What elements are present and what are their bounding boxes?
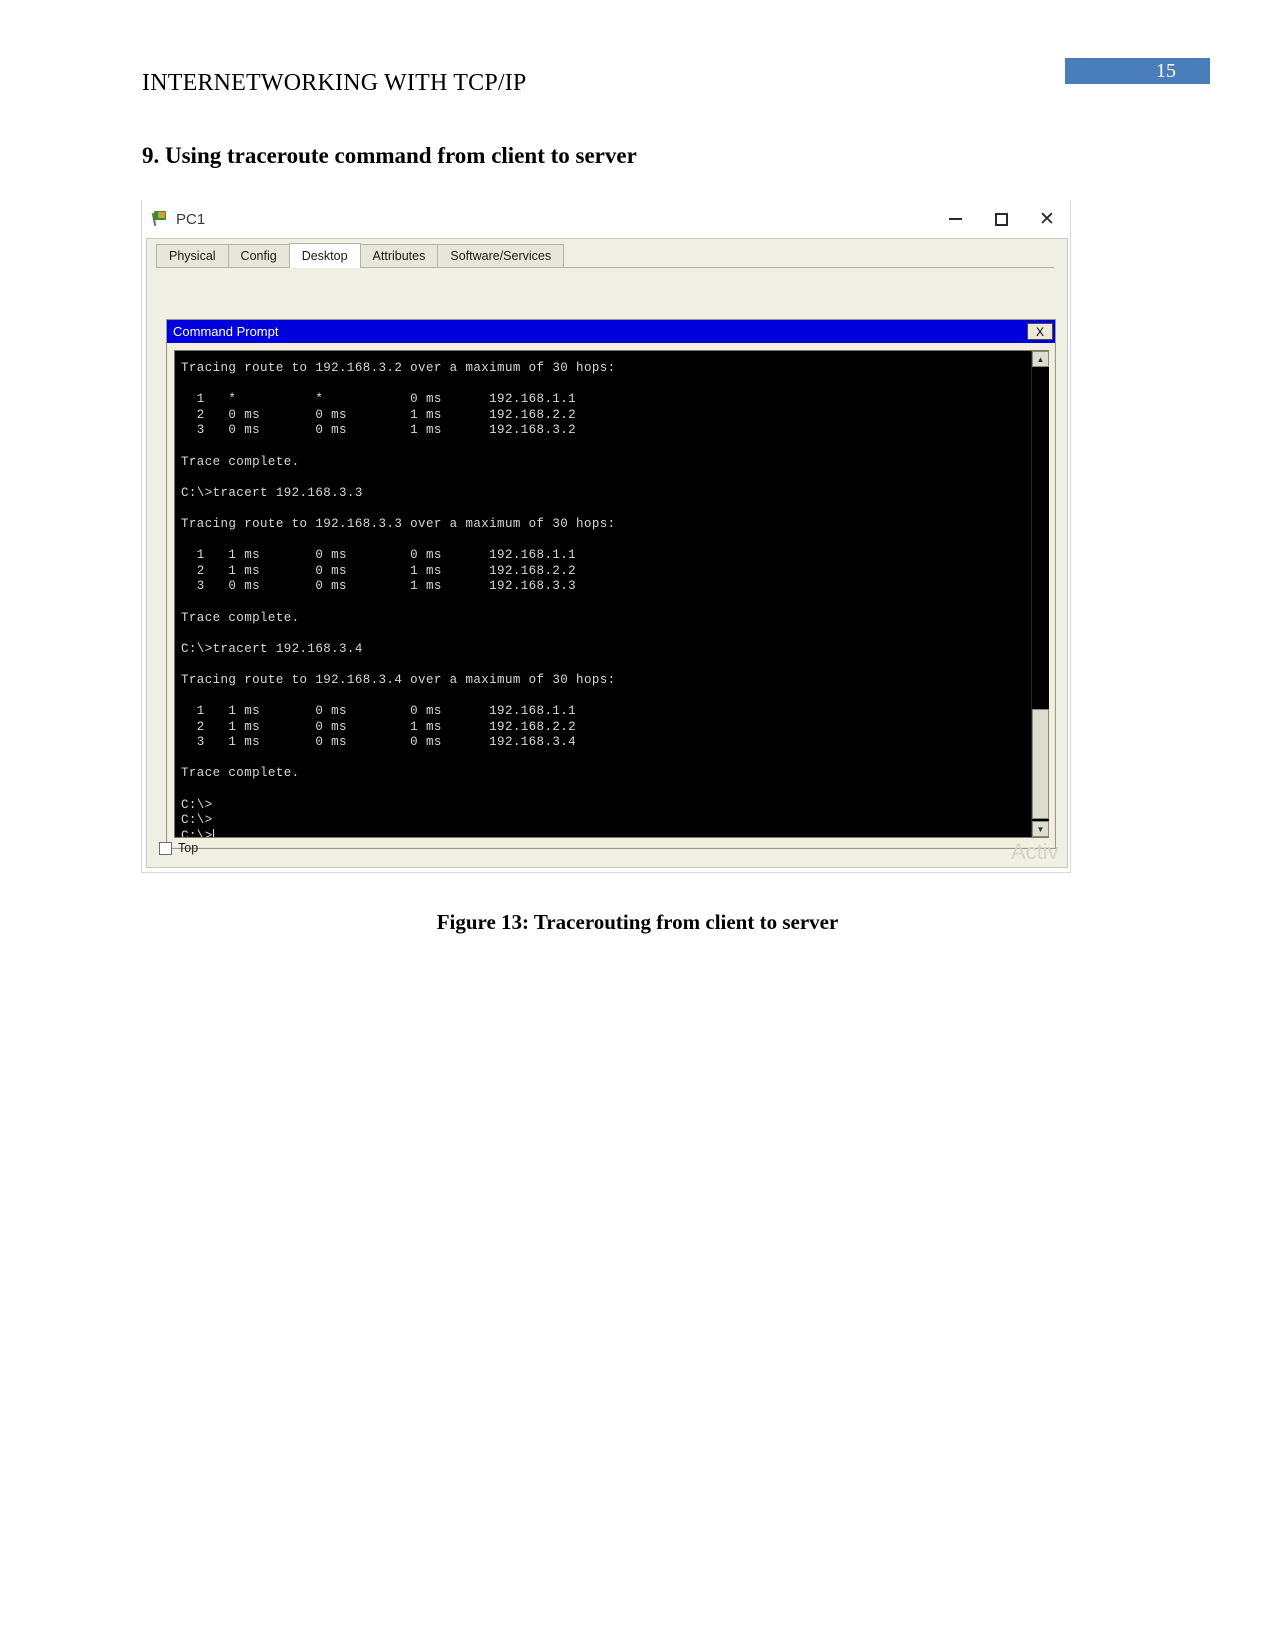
- pc1-window: PC1 ✕ Physical Config Desktop Attributes…: [141, 200, 1071, 873]
- command-prompt-close-button[interactable]: X: [1027, 323, 1053, 340]
- terminal-line: Trace complete.: [181, 610, 300, 625]
- scroll-down-button[interactable]: ▼: [1032, 821, 1049, 837]
- terminal-line: Tracing route to 192.168.3.2 over a maxi…: [181, 361, 616, 375]
- terminal-line: 1 1 ms 0 ms 0 ms 192.168.1.1: [181, 548, 577, 563]
- tab-desktop[interactable]: Desktop: [288, 243, 361, 268]
- scrollbar-thumb[interactable]: [1032, 709, 1049, 819]
- close-button[interactable]: ✕: [1024, 200, 1070, 238]
- pc1-window-body: Physical Config Desktop Attributes Softw…: [146, 238, 1068, 868]
- maximize-button[interactable]: [978, 200, 1024, 238]
- top-checkbox[interactable]: [159, 841, 172, 855]
- minimize-button[interactable]: [932, 200, 978, 238]
- terminal-line: Tracing route to 192.168.3.4 over a maxi…: [181, 672, 616, 687]
- terminal-line: C:\>tracert 192.168.3.4: [181, 641, 363, 656]
- terminal-line: Trace complete.: [181, 454, 300, 469]
- terminal-line: C:\>: [181, 828, 1031, 837]
- command-prompt-titlebar: Command Prompt X: [167, 320, 1055, 343]
- terminal-output[interactable]: Tracing route to 192.168.3.2 over a maxi…: [175, 351, 1031, 837]
- section-heading: 9. Using traceroute command from client …: [142, 143, 637, 168]
- top-checkbox-label: Top: [178, 841, 199, 855]
- scrollbar-thumb-marker: [1035, 746, 1046, 757]
- tab-physical[interactable]: Physical: [156, 244, 229, 267]
- terminal-line: 1 1 ms 0 ms 0 ms 192.168.1.1: [181, 704, 577, 719]
- terminal-line: 3 0 ms 0 ms 1 ms 192.168.3.2: [181, 423, 577, 438]
- close-icon: ✕: [1039, 208, 1055, 230]
- packet-tracer-flag-icon: [151, 211, 169, 227]
- terminal-line: 1 * * 0 ms 192.168.1.1: [181, 392, 577, 407]
- document-page: INTERNETWORKING WITH TCP/IP 15 9. Using …: [0, 0, 1275, 1651]
- document-header-title: INTERNETWORKING WITH TCP/IP: [142, 70, 527, 96]
- terminal-line: C:\>tracert 192.168.3.3: [181, 485, 363, 500]
- tab-config[interactable]: Config: [227, 244, 290, 267]
- pc1-window-titlebar: PC1 ✕: [142, 200, 1070, 238]
- terminal-line: C:\>: [181, 813, 213, 828]
- terminal-line: Tracing route to 192.168.3.3 over a maxi…: [181, 516, 616, 531]
- pc1-window-title: PC1: [176, 210, 206, 228]
- terminal-line: 2 0 ms 0 ms 1 ms 192.168.2.2: [181, 407, 577, 422]
- scroll-up-button[interactable]: ▲: [1032, 351, 1049, 367]
- terminal-line: Trace complete.: [181, 766, 300, 781]
- terminal-line: 3 1 ms 0 ms 0 ms 192.168.3.4: [181, 735, 577, 750]
- activate-windows-watermark: Activ: [1011, 839, 1059, 864]
- terminal-line: 2 1 ms 0 ms 1 ms 192.168.2.2: [181, 719, 577, 734]
- terminal-line: C:\>: [181, 797, 213, 812]
- terminal-line: 2 1 ms 0 ms 1 ms 192.168.2.2: [181, 563, 577, 578]
- tab-software-services[interactable]: Software/Services: [437, 244, 565, 267]
- command-prompt-title: Command Prompt: [173, 324, 279, 339]
- command-prompt-screen-wrap: Tracing route to 192.168.3.2 over a maxi…: [174, 350, 1049, 838]
- pc1-tabstrip: Physical Config Desktop Attributes Softw…: [156, 243, 1054, 268]
- tab-attributes[interactable]: Attributes: [359, 244, 439, 267]
- page-number-badge: 15: [1065, 58, 1210, 84]
- window-controls: ✕: [932, 200, 1070, 238]
- command-prompt-window: Command Prompt X Tracing route to 192.16…: [166, 319, 1056, 849]
- figure-caption: Figure 13: Tracerouting from client to s…: [436, 910, 839, 934]
- top-checkbox-row[interactable]: Top: [159, 841, 198, 855]
- terminal-scrollbar[interactable]: ▲ ▼: [1031, 351, 1049, 837]
- terminal-cursor: [212, 828, 214, 837]
- terminal-line: 3 0 ms 0 ms 1 ms 192.168.3.3: [181, 579, 577, 594]
